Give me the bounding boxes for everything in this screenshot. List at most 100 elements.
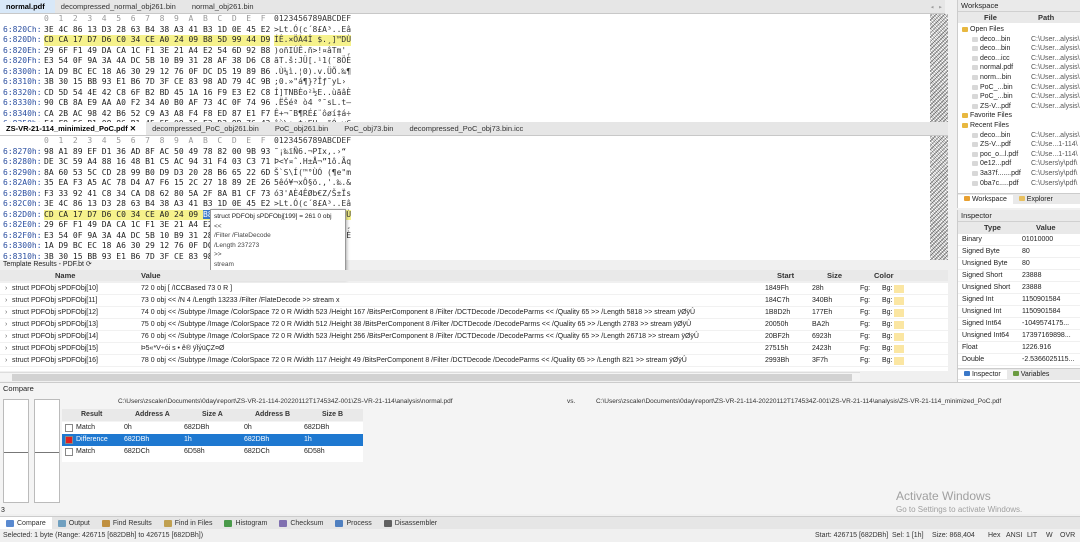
tab-find-results[interactable]: Find Results [96, 517, 158, 529]
expand-chevron-icon[interactable]: › [5, 307, 7, 319]
workspace-item[interactable]: ZS-V...pdf C:\User...alysis\ [958, 102, 1080, 112]
hex-row-ascii[interactable]: 5êó¥¬xÔ§ö.,'.‰.& [274, 178, 351, 189]
template-row[interactable]: › struct PDFObj sPDFObj[10] 72 0 obj [ /IC… [0, 283, 948, 295]
byte-map-bottom[interactable] [930, 136, 948, 260]
tab-inspector[interactable]: Inspector [958, 370, 1007, 379]
hex-row[interactable]: 6:820Dh: CD CA 17 D7 D6 C0 34 CE A0 24 09… [0, 35, 930, 46]
hex-row-ascii[interactable]: Í]TNBÈo²½E..ùãâÈ [274, 88, 351, 99]
expand-chevron-icon[interactable]: › [5, 331, 7, 343]
byte-map-top[interactable] [930, 14, 948, 122]
col-name[interactable]: Name [55, 270, 75, 281]
inspector-row[interactable]: Float 1226.916 [958, 342, 1080, 354]
compare-map-a[interactable] [3, 399, 29, 503]
hex-row-ascii[interactable]: )oñIÚÊ.ñ>!¤âTm'¸ [274, 46, 351, 57]
tab-decompressed-normal-obj261[interactable]: decompressed_normal_obj261.bin [55, 0, 186, 13]
col-size-a[interactable]: Size A [202, 409, 223, 421]
inspector-value[interactable]: 01010000 [1022, 234, 1053, 246]
tab-normal-pdf[interactable]: normal.pdf [0, 0, 55, 13]
col-size[interactable]: Size [827, 270, 842, 281]
hex-row[interactable]: 6:8290h: 8A 60 53 5C CD 28 99 B0 D9 D3 20… [0, 168, 930, 179]
tab-disassembler[interactable]: Disassembler [378, 517, 443, 529]
inspector-value[interactable]: -2.5366025115... [1022, 354, 1074, 366]
tab-minimized-poc-pdf[interactable]: ZS-VR-21-114_minimized_PoC.pdf ✕ [0, 122, 147, 135]
col-path[interactable]: Path [1038, 12, 1054, 23]
inspector-row[interactable]: Signed Int 1150901584 [958, 294, 1080, 306]
color-swatch[interactable] [894, 357, 904, 365]
hex-editor-top[interactable]: 0 1 2 3 4 5 6 7 8 9 A B C D E F 012345678… [0, 14, 930, 122]
compare-row[interactable]: Match 682DCh 6D58h 682DCh 6D58h [62, 446, 363, 458]
col-value[interactable]: Value [141, 270, 161, 281]
color-swatch[interactable] [894, 333, 904, 341]
compare-map-b[interactable] [34, 399, 60, 503]
col-result[interactable]: Result [81, 409, 102, 421]
inspector-row[interactable]: Unsigned Int64 17397169898... [958, 330, 1080, 342]
status-overwrite[interactable]: OVR [1060, 530, 1075, 542]
col-type[interactable]: Type [984, 222, 1001, 234]
hex-row[interactable]: 6:8270h: 98 A1 89 EF D1 36 AD 8F AC 50 49… [0, 147, 930, 158]
hex-row-bytes[interactable]: 1A D9 BC EC 18 A6 30 29 12 76 0F DC [44, 241, 213, 252]
workspace-item[interactable]: Open Files [958, 25, 1080, 35]
hex-row-ascii[interactable]: .ËŠéª ò4 °¯sL.t– [274, 98, 351, 109]
col-inspector-value[interactable]: Value [1036, 222, 1056, 234]
inspector-row[interactable]: Unsigned Int 1150901584 [958, 306, 1080, 318]
hex-row[interactable]: 6:8310h: 3B 30 15 BB 93 E1 B6 7D 3F CE 83… [0, 77, 930, 88]
expand-chevron-icon[interactable]: › [5, 295, 7, 307]
status-hex-mode[interactable]: Hex [988, 530, 1000, 542]
tab-decompressed-poc-obj261[interactable]: decompressed_PoC_obj261.bin [146, 122, 269, 135]
tab-output[interactable]: Output [52, 517, 96, 529]
hex-row[interactable]: 6:8320h: CD 5D 54 4E 42 C8 6F B2 BD 45 1A… [0, 88, 930, 99]
workspace-item[interactable]: Favorite Files [958, 111, 1080, 121]
inspector-value[interactable]: 80 [1022, 258, 1030, 270]
hex-row-bytes[interactable]: 1A D9 BC EC 18 A6 30 29 12 76 0F DC D5 1… [44, 67, 270, 78]
hex-row-bytes[interactable]: 35 EA F3 A5 AC 78 D4 A7 F6 15 2C 27 18 8… [44, 178, 270, 189]
inspector-value[interactable]: 1150901584 [1022, 294, 1060, 306]
hex-row-bytes[interactable]: 8A 60 53 5C CD 28 99 B0 D9 D3 20 28 B6 6… [44, 168, 270, 179]
inspector-value[interactable]: 17397169898... [1022, 330, 1071, 342]
horizontal-scrollbar[interactable] [0, 372, 860, 381]
hex-row-ascii[interactable]: .Ù¼ì.¦0).v.ÜÕ.‰¶ [274, 67, 351, 78]
hex-row-bytes[interactable]: 3B 30 15 BB 93 E1 B6 7D 3F CE 83 98 [44, 252, 213, 261]
inspector-row[interactable]: Unsigned Short 23888 [958, 282, 1080, 294]
tab-compare[interactable]: Compare [0, 517, 52, 529]
expand-chevron-icon[interactable]: › [5, 283, 7, 295]
hex-row-bytes[interactable]: E3 54 0F 9A 3A 4A DC 5B 10 B9 31 28 AF 3… [44, 56, 270, 67]
col-color[interactable]: Color [874, 270, 894, 281]
tab-histogram[interactable]: Histogram [218, 517, 273, 529]
hex-row-bytes[interactable]: 3B 30 15 BB 93 E1 B6 7D 3F CE 83 98 AD 7… [44, 77, 270, 88]
compare-row[interactable]: Difference 682DBh 1h 682DBh 1h [62, 434, 363, 446]
hex-row[interactable]: 6:8280h: DE 3C 59 A4 88 16 48 B1 C5 AC 94… [0, 157, 930, 168]
workspace-item[interactable]: 3a37f.......pdf C:\Users\y\pdf\ [958, 169, 1080, 179]
hex-row[interactable]: 6:8300h: 1A D9 BC EC 18 A6 30 29 12 76 0F… [0, 241, 930, 252]
workspace-item[interactable]: PoC_...bin C:\User...alysis\ [958, 92, 1080, 102]
hex-row-ascii[interactable]: ;0.»"á¶}?Îƒ˜­yL› [274, 77, 346, 88]
hex-row-bytes[interactable]: 29 6F F1 49 DA CA 1C F1 3E 21 A4 E2 54 6… [44, 46, 270, 57]
inspector-row[interactable]: Signed Int64 -1049574175... [958, 318, 1080, 330]
workspace-item[interactable]: PoC_...bin C:\User...alysis\ [958, 83, 1080, 93]
hex-row[interactable]: 6:8300h: 1A D9 BC EC 18 A6 30 29 12 76 0F… [0, 67, 930, 78]
color-swatch[interactable] [894, 309, 904, 317]
workspace-item[interactable]: normal.pdf C:\User...alysis\ [958, 63, 1080, 73]
hex-row[interactable]: 6:82B0h: F3 33 92 41 C8 34 CA D8 62 80 5A… [0, 189, 930, 200]
hex-row-bytes[interactable]: CD CA 17 D7 D6 C0 34 CE A0 24 09 B8 5D 9… [44, 35, 271, 46]
hex-row[interactable]: 6:8310h: 3B 30 15 BB 93 E1 B6 7D 3F CE 83… [0, 252, 930, 261]
inspector-value[interactable]: 80 [1022, 246, 1030, 258]
hex-row-ascii[interactable]: Þ<Y¤ˆ.H±Å¬”1ô.Ãq [274, 157, 351, 168]
status-endian[interactable]: LIT [1027, 530, 1037, 542]
col-address-a[interactable]: Address A [135, 409, 170, 421]
workspace-item[interactable]: Recent Files [958, 121, 1080, 131]
hex-row-bytes[interactable]: CA 2B AC 98 42 B6 52 C9 A3 A8 F4 F8 ED 8… [44, 109, 270, 120]
template-row[interactable]: › struct PDFObj sPDFObj[11] 73 0 obj << /N… [0, 295, 948, 307]
hex-row[interactable]: 6:820Eh: 29 6F F1 49 DA CA 1C F1 3E 21 A4… [0, 46, 930, 57]
template-row[interactable]: › struct PDFObj sPDFObj[13] 75 0 obj << /S… [0, 319, 948, 331]
hex-row-bytes[interactable]: F3 33 92 41 C8 34 CA D8 62 80 5A 2F 8A B… [44, 189, 270, 200]
hex-row-bytes[interactable]: DE 3C 59 A4 88 16 48 B1 C5 AC 94 31 F4 0… [44, 157, 270, 168]
tab-process[interactable]: Process [329, 517, 377, 529]
tab-decompressed-poc-obj73[interactable]: decompressed_PoC_obj73.bin.icc [403, 122, 533, 135]
hex-row[interactable]: 6:82F0h: E3 54 0F 9A 3A 4A DC 5B 10 B9 31… [0, 231, 930, 242]
inspector-value[interactable]: 23888 [1022, 270, 1041, 282]
hex-row-ascii[interactable]: ãT.š:JÜ[.¹1(¯8ÖÈ [274, 56, 351, 67]
tab-variables[interactable]: Variables [1007, 370, 1056, 379]
tab-poc-obj261[interactable]: PoC_obj261.bin [269, 122, 338, 135]
tab-checksum[interactable]: Checksum [273, 517, 329, 529]
hex-row-ascii[interactable]: >Lt.Ó(c´8£A³..Eâ [274, 25, 351, 36]
